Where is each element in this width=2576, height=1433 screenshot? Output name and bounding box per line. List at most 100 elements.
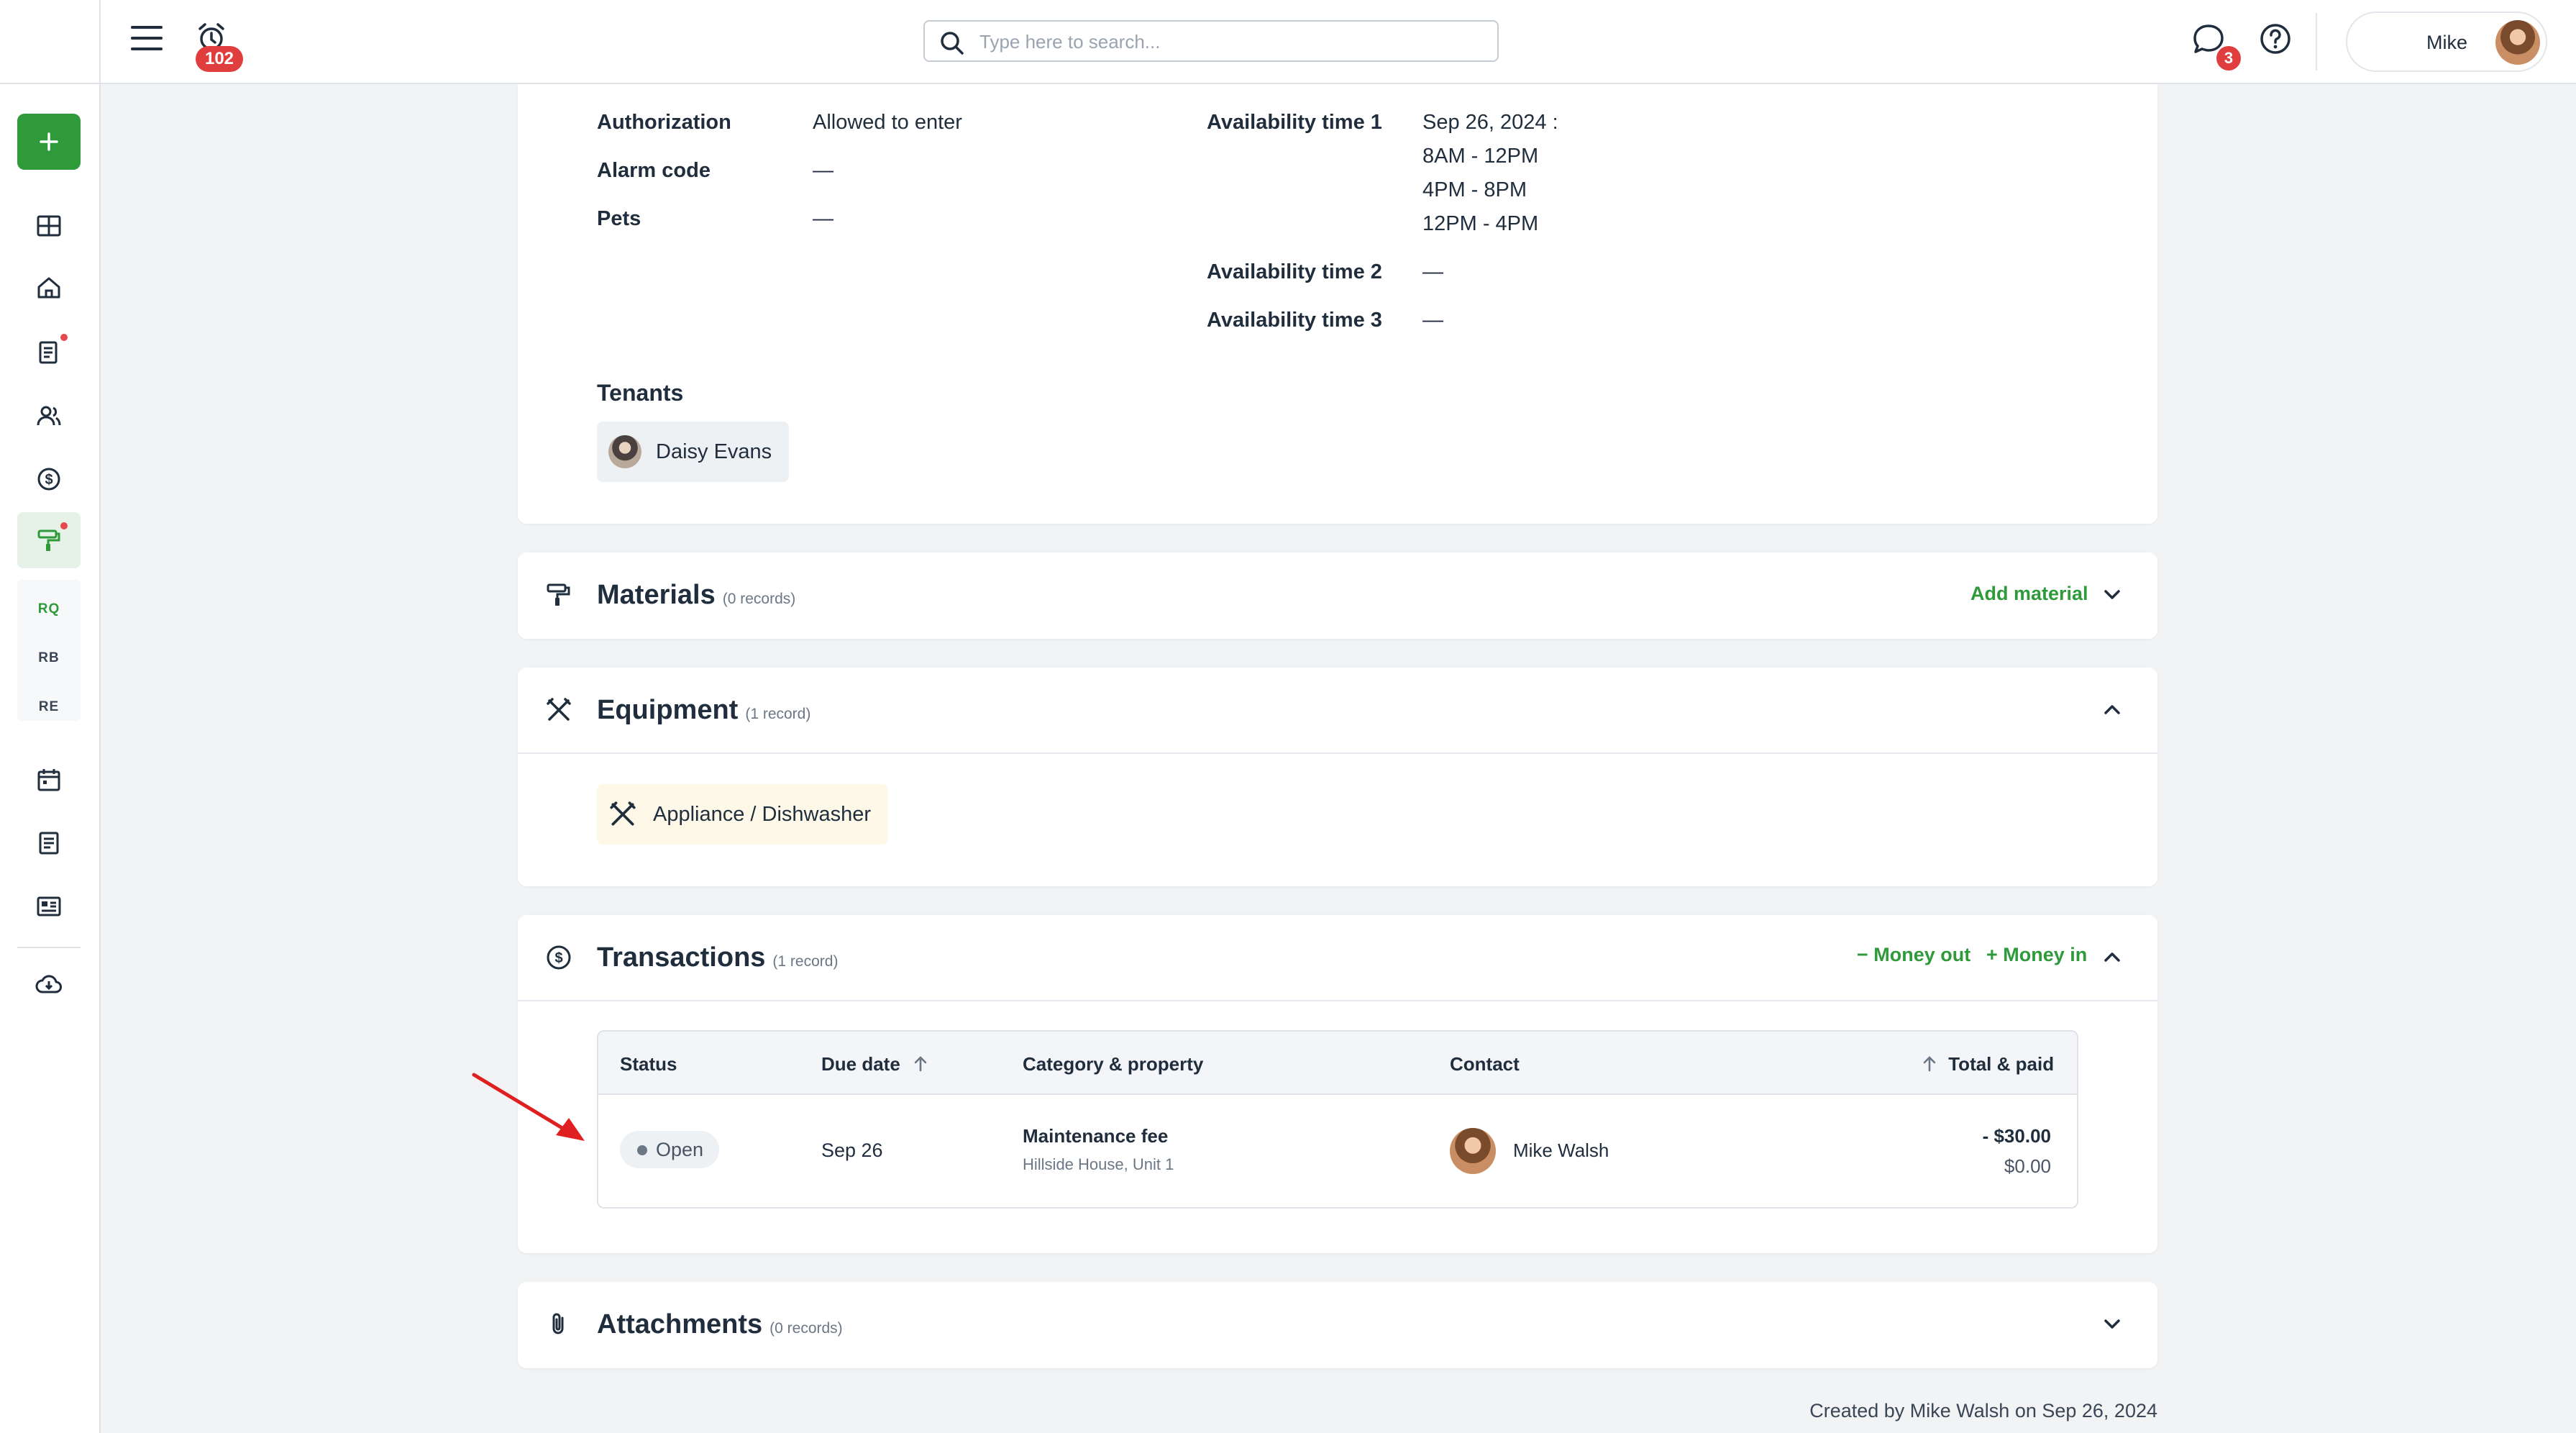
table-header: Status Due date Category & property Cont… — [598, 1032, 2077, 1095]
submenu-item-re[interactable]: RE — [17, 699, 81, 715]
messages-count-badge: 3 — [2216, 46, 2241, 70]
details-card: Authorization Allowed to enter Alarm cod… — [518, 43, 2157, 524]
alerts-button[interactable]: 102 — [194, 20, 243, 72]
availability-1-slot: 4PM - 8PM — [1422, 178, 1527, 201]
column-category[interactable]: Category & property — [1023, 1053, 1203, 1075]
people-icon — [37, 406, 61, 426]
transactions-card: $ Transactions (1 record) − Money out + M… — [518, 915, 2157, 1253]
search-box[interactable] — [923, 20, 1499, 62]
transactions-title: Transactions (1 record) — [597, 942, 839, 973]
availability-1-slot: 8AM - 12PM — [1422, 145, 1539, 168]
column-due-date[interactable]: Due date — [821, 1053, 928, 1075]
svg-text:$: $ — [45, 472, 52, 488]
add-button[interactable] — [17, 114, 81, 170]
sort-arrow-up-icon — [914, 1056, 927, 1072]
transactions-count: (1 record) — [772, 953, 839, 970]
sidebar-item-dashboard[interactable] — [29, 206, 69, 246]
availability-2-value: — — [1422, 260, 1443, 283]
column-total[interactable]: Total & paid — [1922, 1053, 2054, 1075]
sidebar-divider — [17, 947, 81, 948]
availability-3-label: Availability time 3 — [1207, 309, 1382, 332]
minus-icon: − — [1857, 944, 1874, 965]
submenu-item-rb[interactable]: RB — [17, 650, 81, 666]
chevron-down-icon[interactable] — [2100, 583, 2124, 607]
dashboard-icon — [37, 215, 61, 237]
authorization-label: Authorization — [597, 111, 731, 134]
sidebar-item-notes[interactable] — [29, 823, 69, 863]
sidebar-top — [0, 0, 101, 84]
search-input[interactable] — [979, 30, 1483, 53]
chevron-down-icon[interactable] — [2100, 1312, 2124, 1337]
sidebar-item-calendar[interactable] — [29, 760, 69, 800]
sidebar-item-people[interactable] — [29, 396, 69, 436]
availability-1-slot: 12PM - 4PM — [1422, 212, 1539, 235]
contact-name[interactable]: Mike Walsh — [1513, 1139, 1609, 1162]
equipment-header[interactable]: Equipment (1 record) — [518, 668, 2157, 752]
alerts-count-badge: 102 — [196, 46, 243, 72]
paint-roller-icon — [37, 529, 60, 551]
attachments-header[interactable]: Attachments (0 records) — [518, 1282, 2157, 1367]
sidebar-item-leases[interactable] — [29, 332, 69, 373]
tools-icon — [547, 698, 571, 721]
equipment-chip[interactable]: Appliance / Dishwasher — [597, 784, 889, 845]
attachments-title: Attachments (0 records) — [597, 1309, 843, 1339]
calendar-icon — [37, 769, 60, 791]
materials-header[interactable]: Materials (0 records) Add material — [518, 552, 2157, 637]
availability-3-value: — — [1422, 309, 1443, 332]
alarm-code-label: Alarm code — [597, 159, 711, 182]
sidebar-item-maintenance[interactable] — [17, 512, 81, 568]
authorization-value: Allowed to enter — [813, 111, 962, 134]
money-in-link[interactable]: + Money in — [1986, 944, 2087, 966]
document-icon — [39, 341, 58, 364]
sidebar: $ RQ RB RE — [0, 0, 101, 1433]
top-bar: 102 3 Mike — [0, 0, 2576, 84]
header-divider — [2316, 13, 2317, 70]
money-out-link[interactable]: − Money out — [1857, 944, 1970, 966]
tenant-avatar — [608, 435, 641, 468]
availability-1-date: Sep 26, 2024 : — [1422, 111, 1558, 134]
dollar-circle-icon: $ — [547, 945, 571, 970]
chevron-up-icon[interactable] — [2100, 945, 2124, 970]
sidebar-item-reports[interactable] — [29, 886, 69, 927]
due-date-cell: Sep 26 — [821, 1139, 883, 1161]
svg-text:$: $ — [554, 950, 562, 966]
search-icon — [941, 32, 964, 55]
tenant-chip[interactable]: Daisy Evans — [597, 422, 790, 482]
menu-toggle-button[interactable] — [131, 26, 163, 55]
column-contact[interactable]: Contact — [1450, 1053, 1520, 1075]
tools-icon — [610, 801, 636, 826]
help-circle-icon — [2260, 24, 2290, 54]
materials-title: Materials (0 records) — [597, 580, 796, 610]
availability-1-label: Availability time 1 — [1207, 111, 1382, 134]
notification-dot — [60, 522, 68, 529]
plus-icon: + — [1986, 944, 2004, 965]
alarm-code-value: — — [813, 159, 833, 182]
availability-2-label: Availability time 2 — [1207, 260, 1382, 283]
attachments-card: Attachments (0 records) — [518, 1282, 2157, 1368]
property-cell: Hillside House, Unit 1 — [1023, 1155, 1174, 1173]
sidebar-item-properties[interactable] — [29, 268, 69, 308]
help-button[interactable] — [2258, 22, 2294, 58]
submenu-item-rq[interactable]: RQ — [17, 601, 81, 617]
tenants-label: Tenants — [597, 380, 684, 406]
materials-card: Materials (0 records) Add material — [518, 552, 2157, 639]
add-material-link[interactable]: Add material — [1970, 583, 2088, 605]
messages-button[interactable]: 3 — [2191, 22, 2241, 70]
sidebar-item-accounting[interactable]: $ — [29, 459, 69, 499]
equipment-divider — [518, 752, 2157, 754]
maintenance-submenu: RQ RB RE — [17, 580, 81, 721]
transactions-divider — [518, 1000, 2157, 1001]
chevron-up-icon[interactable] — [2100, 698, 2124, 722]
paint-roller-icon — [547, 583, 570, 606]
cloud-download-icon — [35, 975, 62, 993]
sidebar-item-download[interactable] — [29, 964, 69, 1004]
transactions-header[interactable]: $ Transactions (1 record) − Money out + M… — [518, 915, 2157, 1000]
plus-icon — [40, 132, 58, 151]
user-menu-button[interactable]: Mike — [2346, 12, 2547, 72]
home-icon — [37, 277, 60, 299]
contact-avatar — [1450, 1128, 1496, 1174]
paid-amount: $0.00 — [2004, 1155, 2051, 1177]
notes-icon — [39, 832, 59, 855]
column-status[interactable]: Status — [620, 1053, 677, 1075]
pets-label: Pets — [597, 207, 641, 230]
